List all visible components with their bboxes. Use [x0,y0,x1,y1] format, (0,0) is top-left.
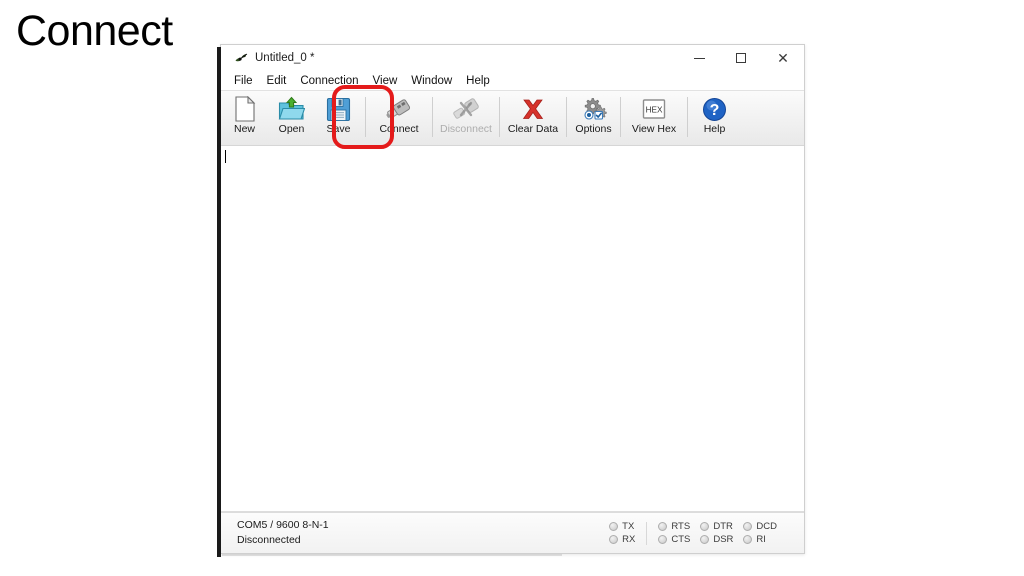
menu-item-view[interactable]: View [366,75,405,87]
toolbar-label-save: Save [326,123,351,135]
led-column: RTS CTS [653,520,695,545]
signal-led-groups: TX RX RTS CTS DTR DSR DCD RI [598,513,804,553]
menu-item-window[interactable]: Window [404,75,459,87]
toolbar-button-connect[interactable]: Connect [369,91,429,145]
window-title: Untitled_0 * [255,52,315,64]
menu-item-file[interactable]: File [232,75,260,87]
led-group-rtscts: RTS CTS DTR DSR DCD RI [646,520,788,545]
usb-plug-icon [384,96,414,122]
led-lamp-icon [658,535,668,545]
led-label-ri: RI [756,534,766,545]
led-label-tx: TX [622,520,635,532]
toolbar-separator [365,97,366,137]
toolbar-separator [566,97,567,137]
status-port-info: COM5 / 9600 8-N-1 [237,518,329,531]
led-column: DCD RI [738,520,782,545]
toolbar-label-open: Open [278,123,305,135]
toolbar-button-view-hex[interactable]: HEX View Hex [624,91,684,145]
led-group-txrx: TX RX [598,520,646,545]
svg-text:?: ? [710,102,720,119]
led-indicator-rts: RTS [658,520,691,532]
title-bar: Untitled_0 * ✕ [221,45,804,71]
toolbar-separator [499,97,500,137]
led-lamp-icon [609,535,619,545]
led-column: TX RX [604,520,640,545]
status-bar: COM5 / 9600 8-N-1 Disconnected TX RX RTS… [221,512,804,553]
led-label-dcd: DCD [756,520,777,532]
menu-bar: File Edit Connection View Window Help [221,71,804,90]
toolbar-button-clear-data[interactable]: Clear Data [503,91,563,145]
toolbar-button-new[interactable]: New [221,91,268,145]
led-lamp-icon [743,521,753,531]
toolbar-label-help: Help [703,123,726,135]
led-indicator-dsr: DSR [700,535,733,545]
led-label-cts: CTS [671,534,691,545]
text-caret [225,150,226,163]
status-info: COM5 / 9600 8-N-1 Disconnected [221,513,598,553]
close-icon: ✕ [777,50,789,66]
led-lamp-icon [700,535,710,545]
application-window: Untitled_0 * ✕ File Edit Connection View… [220,44,805,554]
toolbar-button-help[interactable]: ? Help [691,91,738,145]
svg-text:HEX: HEX [646,106,663,115]
toolbar-label-view-hex: View Hex [631,123,677,135]
question-mark-icon: ? [700,96,730,122]
toolbar-separator [687,97,688,137]
led-label-rts: RTS [671,520,691,532]
status-connection-state: Disconnected [237,534,301,546]
open-folder-icon [277,96,307,122]
moth-icon [233,50,249,66]
led-column: DTR DSR [695,520,738,545]
led-label-dtr: DTR [713,520,733,532]
toolbar-button-open[interactable]: Open [268,91,315,145]
slide-title: Connect [16,7,173,55]
maximize-icon [736,53,746,63]
window-left-gutter [217,47,221,557]
led-lamp-icon [743,535,753,545]
red-x-icon [518,96,548,122]
toolbar-label-connect: Connect [379,123,419,135]
broken-plug-icon [451,96,481,122]
led-label-dsr: DSR [713,534,734,545]
toolbar-separator [432,97,433,137]
led-lamp-icon [658,521,668,531]
toolbar-label-disconnect: Disconnect [440,123,492,135]
led-lamp-icon [609,521,619,531]
floppy-disk-icon [324,96,354,122]
toolbar-button-disconnect[interactable]: Disconnect [436,91,496,145]
gears-icon [579,96,609,122]
led-indicator-cts: CTS [658,535,690,545]
toolbar-button-save[interactable]: Save [315,91,362,145]
led-indicator-ri: RI [743,535,777,545]
window-drop-shadow [222,554,562,556]
led-indicator-rx: RX [609,535,635,545]
menu-item-edit[interactable]: Edit [260,75,294,87]
led-indicator-dcd: DCD [743,520,777,532]
maximize-button[interactable] [720,45,762,71]
new-document-icon [230,96,260,122]
close-button[interactable]: ✕ [762,45,804,71]
menu-item-help[interactable]: Help [459,75,497,87]
minimize-button[interactable] [678,45,720,71]
window-controls: ✕ [678,45,804,71]
menu-item-connection[interactable]: Connection [293,75,365,87]
toolbar-separator [620,97,621,137]
minimize-icon [693,57,705,59]
toolbar-label-clear-data: Clear Data [507,123,559,135]
led-indicator-dtr: DTR [700,520,733,532]
hex-icon: HEX [639,96,669,122]
terminal-text-area[interactable] [221,146,804,512]
toolbar-label-options: Options [575,123,612,135]
led-label-rx: RX [622,534,636,545]
led-indicator-tx: TX [609,520,635,532]
led-lamp-icon [700,521,710,531]
toolbar: New Open Save Connect Disconnect Clear D… [221,85,804,149]
toolbar-label-new: New [233,123,255,135]
toolbar-button-options[interactable]: Options [570,91,617,145]
